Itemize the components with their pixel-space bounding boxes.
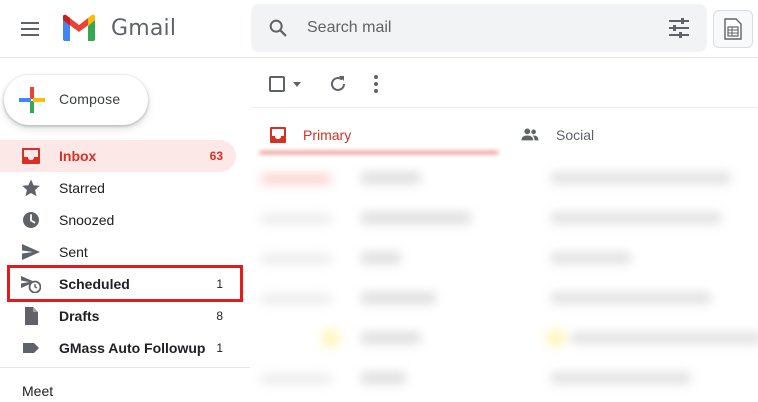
item-count: 1	[216, 341, 223, 355]
sidebar-item-drafts[interactable]: Drafts 8	[0, 300, 236, 332]
label-icon	[23, 343, 39, 353]
category-tabs: Primary Social	[251, 108, 758, 154]
main-menu-icon[interactable]	[12, 14, 48, 44]
email-row[interactable]	[251, 278, 758, 318]
gmail-logo-icon[interactable]	[60, 14, 98, 42]
meet-heading: Meet	[22, 383, 54, 399]
email-row[interactable]	[251, 318, 758, 358]
search-icon[interactable]	[267, 17, 289, 39]
email-row[interactable]	[251, 238, 758, 278]
select-options-dropdown-icon[interactable]	[293, 82, 301, 87]
clock-icon	[23, 212, 39, 228]
compose-label: Compose	[59, 91, 121, 107]
email-row[interactable]	[251, 358, 758, 398]
unread-count: 63	[209, 149, 223, 163]
draft-icon	[25, 307, 38, 325]
search-input[interactable]	[307, 16, 647, 40]
sidebar-item-inbox[interactable]: Inbox 63	[0, 140, 236, 172]
sheets-extension-button[interactable]	[713, 10, 753, 48]
active-tab-indicator	[259, 151, 499, 154]
tab-primary[interactable]: Primary	[251, 108, 501, 154]
sidebar-item-label: Starred	[59, 180, 105, 196]
gmail-app: Gmail Search mail Compose Inbox 63 Starr…	[0, 0, 758, 402]
sidebar-item-label: Inbox	[59, 148, 97, 164]
more-options-icon[interactable]	[373, 75, 379, 93]
inbox-icon	[270, 127, 286, 143]
tab-label: Social	[556, 127, 595, 143]
refresh-icon[interactable]	[328, 74, 348, 94]
email-row[interactable]	[251, 158, 758, 198]
scheduled-highlight-box	[7, 265, 243, 302]
brand-name: Gmail	[111, 16, 177, 41]
search-bar[interactable]	[251, 4, 707, 52]
sidebar-item-label: GMass Auto Followup	[59, 340, 206, 356]
sidebar-item-gmass-auto-followup[interactable]: GMass Auto Followup 1	[0, 332, 236, 364]
sidebar-item-label: Snoozed	[59, 212, 115, 228]
sidebar-item-label: Drafts	[59, 308, 100, 324]
message-list-pane: Primary Social	[251, 58, 758, 402]
blurred-email-list	[251, 158, 758, 402]
divider	[0, 367, 250, 368]
item-count: 8	[216, 309, 223, 323]
tab-label: Primary	[303, 127, 352, 143]
search-options-icon[interactable]	[668, 18, 690, 38]
sidebar-item-snoozed[interactable]: Snoozed	[0, 204, 236, 236]
people-icon	[521, 128, 539, 141]
compose-plus-icon	[19, 87, 45, 113]
top-header: Gmail	[0, 0, 758, 58]
sidebar-item-label: Sent	[59, 244, 88, 260]
email-row[interactable]	[251, 198, 758, 238]
list-toolbar	[251, 58, 758, 108]
tab-social[interactable]: Social	[503, 108, 758, 154]
inbox-icon	[22, 148, 40, 164]
send-icon	[22, 244, 40, 260]
sidebar-item-sent[interactable]: Sent	[0, 236, 236, 268]
star-icon	[22, 179, 40, 197]
select-all-checkbox[interactable]	[269, 76, 285, 92]
sidebar-item-starred[interactable]: Starred	[0, 172, 236, 204]
sidebar-nav: Inbox 63 Starred Snoozed Sent Scheduled …	[0, 140, 250, 364]
spreadsheet-icon	[724, 18, 742, 40]
compose-button[interactable]: Compose	[4, 75, 148, 125]
